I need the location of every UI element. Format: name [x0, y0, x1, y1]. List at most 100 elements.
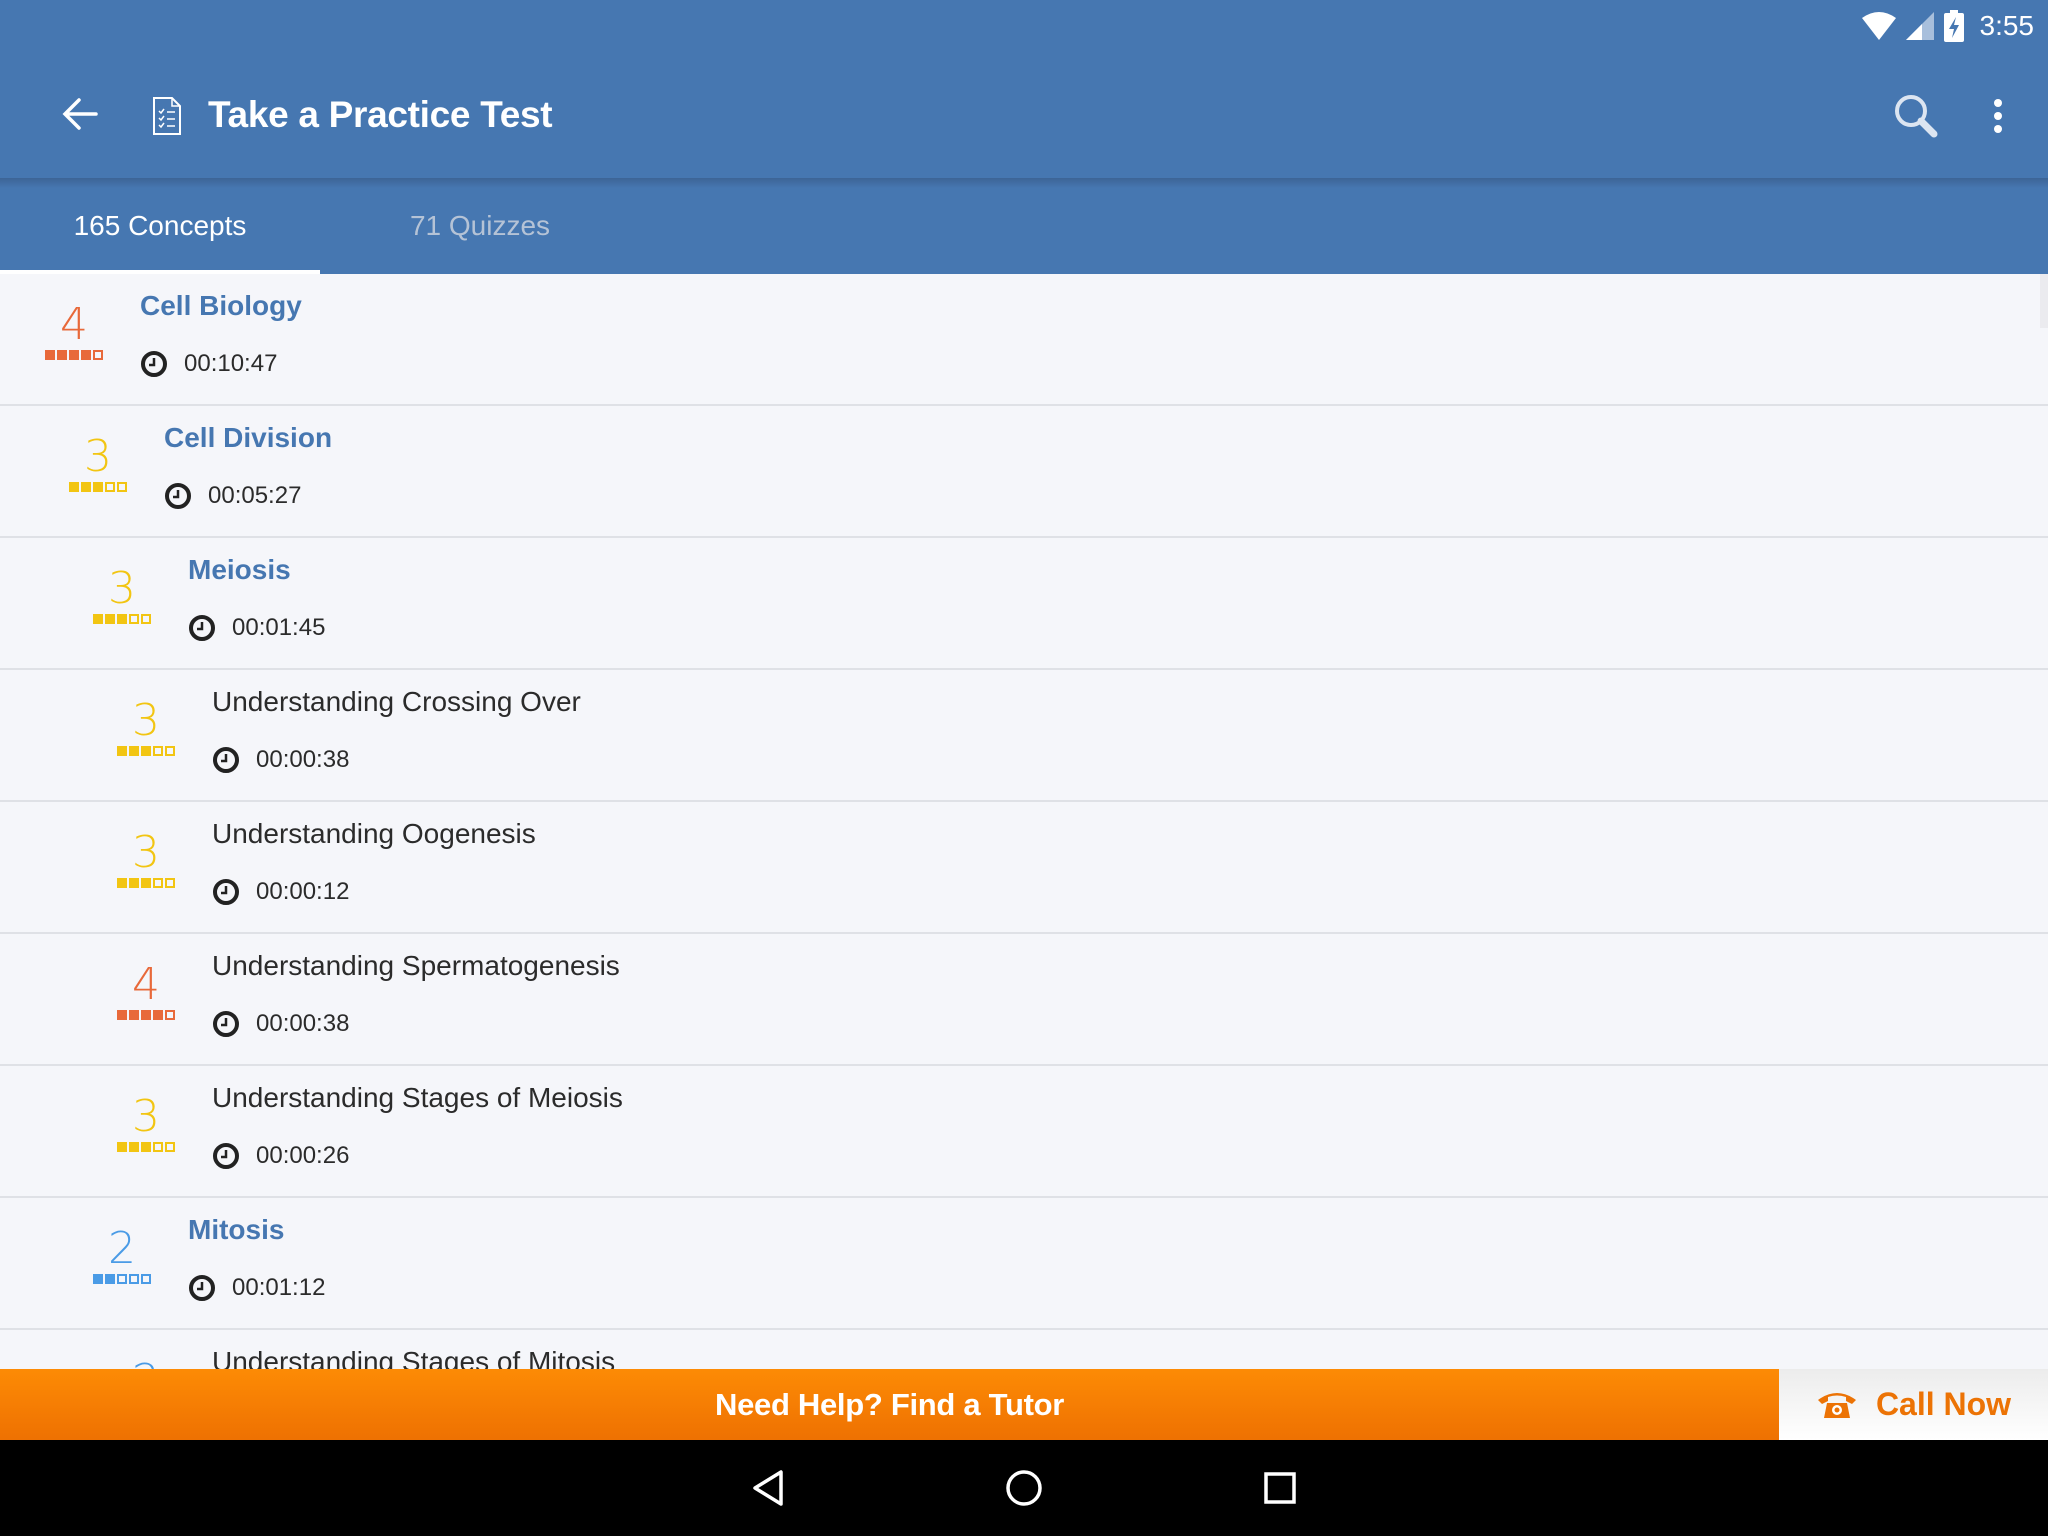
score-square-filled — [129, 878, 139, 888]
phone-icon — [1817, 1392, 1856, 1418]
nav-back-button[interactable] — [738, 1460, 798, 1516]
cell-signal-icon — [1905, 12, 1934, 40]
score-badge: 4 — [114, 962, 178, 1020]
score-square-empty — [165, 1142, 175, 1152]
list-item-title: Cell Division — [164, 422, 333, 453]
score-square-filled — [129, 746, 139, 756]
score-badge: 3 — [90, 566, 154, 624]
score-square-filled — [81, 350, 91, 360]
more-options-button[interactable] — [1978, 88, 2018, 144]
score-bar — [114, 746, 178, 756]
list-item-duration: 00:01:45 — [188, 614, 325, 642]
list-item-text: Understanding Spermatogenesis 00:00:38 — [212, 946, 620, 1038]
score-square-empty — [153, 746, 163, 756]
tab-quizzes[interactable]: 71 Quizzes — [320, 178, 640, 274]
score-square-filled — [141, 1010, 151, 1020]
list-item-text: Understanding Crossing Over 00:00:38 — [212, 682, 581, 774]
score-badge: 2 — [90, 1226, 154, 1284]
score-square-empty — [141, 1274, 151, 1284]
list-item[interactable]: 2Understanding Stages of Mitosis — [0, 1330, 2048, 1370]
score-bar — [90, 614, 154, 624]
score-square-empty — [129, 1274, 139, 1284]
clock-icon — [189, 1275, 215, 1301]
list-item[interactable]: 3 Understanding Crossing Over 00:00:38 — [0, 670, 2048, 802]
score-square-empty — [129, 614, 139, 624]
find-tutor-text: Need Help? Find a Tutor — [714, 1386, 1065, 1422]
list-item[interactable]: 4 Cell Biology 00:10:47 — [0, 274, 2048, 406]
list-item[interactable]: 3 Meiosis 00:01:45 — [0, 538, 2048, 670]
nav-home-button[interactable] — [994, 1460, 1054, 1516]
score-square-filled — [69, 482, 79, 492]
clock-icon — [141, 351, 167, 377]
list-item-text: Understanding Oogenesis 00:00:12 — [212, 814, 536, 906]
system-nav-bar — [0, 1440, 2048, 1536]
score-value: 3 — [84, 431, 112, 482]
score-badge: 3 — [114, 698, 178, 756]
duration-value: 00:00:38 — [256, 1010, 350, 1037]
search-button[interactable] — [1888, 88, 1944, 144]
duration-value: 00:00:38 — [256, 746, 350, 773]
score-square-filled — [45, 350, 55, 360]
list-item-title: Meiosis — [188, 554, 291, 585]
score-square-empty — [165, 1010, 175, 1020]
list-item-title: Understanding Stages of Meiosis — [212, 1082, 623, 1113]
score-badge: 4 — [42, 302, 106, 360]
nav-recents-button[interactable] — [1250, 1460, 1310, 1516]
score-square-filled — [117, 1142, 127, 1152]
concept-list[interactable]: 4 Cell Biology 00:10:47 3 Cell Division 00:05… — [0, 274, 2048, 1370]
list-item-duration: 00:05:27 — [164, 482, 332, 510]
clock-icon — [213, 879, 239, 905]
score-square-filled — [141, 878, 151, 888]
recents-nav-icon — [1264, 1472, 1296, 1504]
list-item[interactable]: 3 Understanding Oogenesis 00:00:12 — [0, 802, 2048, 934]
list-item-title: Cell Biology — [140, 290, 302, 321]
page-title: Take a Practice Test — [208, 94, 553, 135]
status-time: 3:55 — [1979, 10, 2035, 41]
list-item[interactable]: 2 Mitosis 00:01:12 — [0, 1198, 2048, 1330]
list-item-text: Cell Biology 00:10:47 — [140, 286, 302, 378]
score-value: 3 — [108, 563, 136, 614]
duration-value: 00:00:12 — [256, 878, 350, 905]
app-bar: Take a Practice Test — [0, 52, 2048, 178]
more-vert-icon — [1994, 99, 2002, 133]
score-bar — [90, 1274, 154, 1284]
list-item[interactable]: 3 Understanding Stages of Meiosis 00:00:26 — [0, 1066, 2048, 1198]
score-bar — [114, 878, 178, 888]
score-badge: 3 — [66, 434, 130, 492]
list-item-text: Understanding Stages of Mitosis — [212, 1342, 615, 1370]
score-bar — [114, 1010, 178, 1020]
screen: 3:55 Take a Practice Test 165 Concepts 7… — [0, 0, 2048, 1536]
clock-icon — [165, 483, 191, 509]
score-square-empty — [165, 746, 175, 756]
score-value: 3 — [132, 695, 160, 746]
list-item-duration: 00:00:38 — [212, 1010, 620, 1038]
score-square-filled — [129, 1010, 139, 1020]
list-item-title: Understanding Crossing Over — [212, 686, 581, 717]
clock-icon — [213, 1011, 239, 1037]
score-square-filled — [141, 1142, 151, 1152]
back-arrow-icon — [62, 98, 98, 130]
score-square-filled — [81, 482, 91, 492]
list-item-duration: 00:10:47 — [140, 350, 302, 378]
home-nav-icon — [1006, 1470, 1042, 1506]
score-square-filled — [93, 482, 103, 492]
checklist-document-icon — [153, 97, 181, 135]
back-nav-icon — [753, 1470, 783, 1506]
score-square-filled — [153, 1010, 163, 1020]
score-square-filled — [93, 1274, 103, 1284]
score-bar — [114, 1142, 178, 1152]
tab-concepts[interactable]: 165 Concepts — [0, 178, 320, 274]
list-item[interactable]: 4 Understanding Spermatogenesis 00:00:38 — [0, 934, 2048, 1066]
score-value: 3 — [132, 1091, 160, 1142]
duration-value: 00:01:45 — [232, 614, 326, 641]
score-square-empty — [105, 482, 115, 492]
find-tutor-banner[interactable]: Need Help? Find a Tutor — [0, 1369, 1779, 1440]
score-square-empty — [153, 1142, 163, 1152]
back-button[interactable] — [56, 90, 104, 138]
list-item[interactable]: 3 Cell Division 00:05:27 — [0, 406, 2048, 538]
call-now-label: Call Now — [1875, 1386, 2012, 1422]
list-item-duration: 00:00:38 — [212, 746, 581, 774]
search-icon — [1895, 95, 1938, 138]
score-square-filled — [57, 350, 67, 360]
call-now-button[interactable]: Call Now — [1779, 1369, 2048, 1440]
